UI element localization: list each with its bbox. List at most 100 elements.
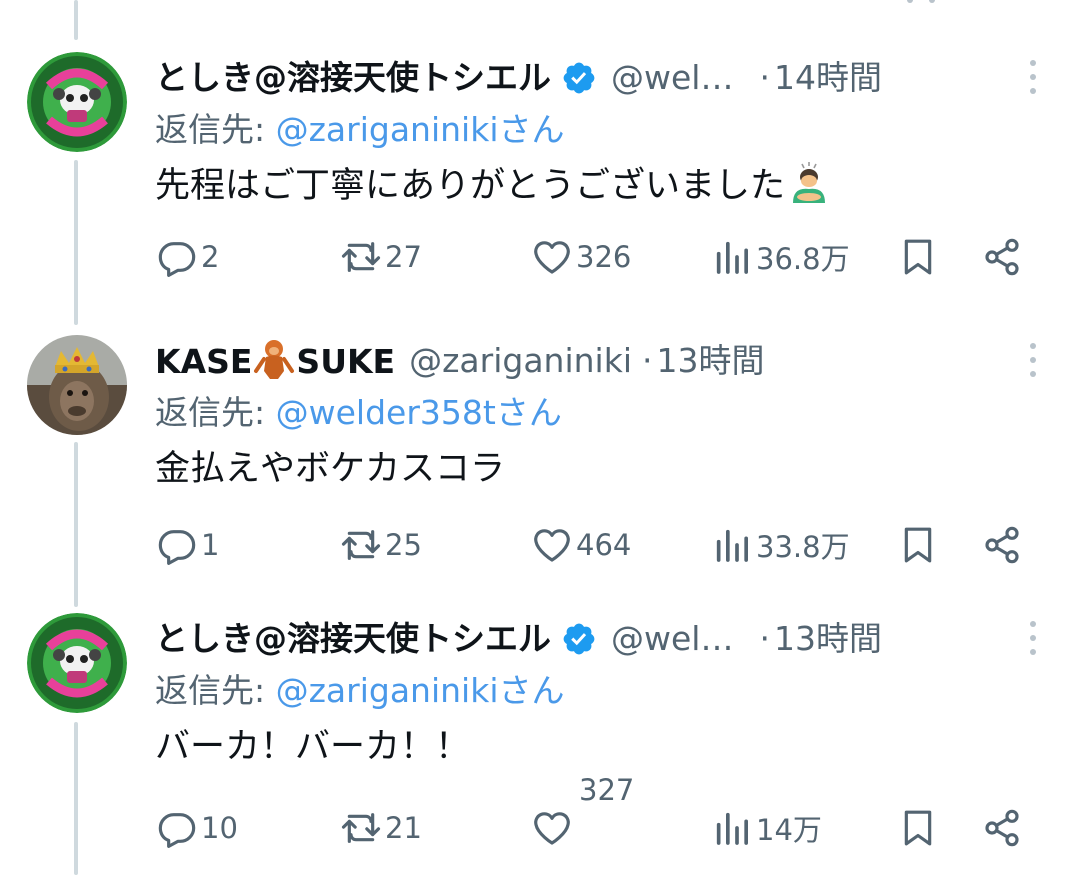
tweet-text: 先程はご丁寧にありがとうございました <box>155 160 831 212</box>
reply-button[interactable]: 10 <box>157 803 238 853</box>
share-button[interactable] <box>982 232 1022 282</box>
views-icon <box>716 529 748 562</box>
retweet-button[interactable]: 27 <box>341 232 422 282</box>
orangutan-emoji-icon <box>254 339 295 379</box>
like-button[interactable]: 464 <box>532 520 631 570</box>
reply-mention-link[interactable]: @zariganinikiさん <box>276 110 565 149</box>
tweet-header: としき@溶接天使トシエル @wel… · 14時間 <box>155 54 1048 102</box>
views-count: 33.8万 <box>756 530 850 564</box>
display-name[interactable]: としき@溶接天使トシエル <box>155 54 551 102</box>
tweet-text-content: 先程はご丁寧にありがとうございました <box>155 166 786 206</box>
monkey-avatar-image <box>27 335 127 435</box>
retweet-icon <box>341 530 381 560</box>
tweet-actions: 10 21 14万 <box>0 803 1078 853</box>
tweet[interactable]: としき@溶接天使トシエル @wel… · 14時間 返信先: @zarigani… <box>0 52 1078 332</box>
bookmark-button[interactable] <box>898 232 938 282</box>
tweet[interactable]: KASE SUKE @zariganiniki · 13時間 返信先: @wel… <box>0 335 1078 615</box>
retweet-count: 27 <box>385 240 422 274</box>
retweet-button[interactable]: 21 <box>341 803 422 853</box>
like-count: 327 <box>579 773 635 807</box>
more-icon[interactable] <box>1028 343 1038 377</box>
display-name-part: KASE <box>155 341 253 381</box>
person-bowing-emoji-icon <box>793 162 826 203</box>
like-icon <box>534 812 570 845</box>
bookmark-icon <box>904 527 932 563</box>
retweet-icon <box>341 813 381 843</box>
like-count: 464 <box>576 528 632 562</box>
reply-context: 返信先: @welder358tさん <box>155 389 562 437</box>
like-button[interactable]: 326 <box>532 232 631 282</box>
share-icon <box>985 809 1019 847</box>
views-button[interactable]: 33.8万 <box>712 520 850 570</box>
user-handle[interactable]: @wel… <box>611 54 733 102</box>
separator: · <box>759 619 770 658</box>
views-count: 14万 <box>756 813 822 847</box>
reply-mention-link[interactable]: @welder358tさん <box>276 393 562 432</box>
reply-button[interactable]: 2 <box>157 232 219 282</box>
views-icon <box>716 241 748 274</box>
tweet-text-content: バーカ！バーカ！！ <box>155 727 471 767</box>
welder-logo-avatar-image <box>27 613 127 713</box>
more-icon[interactable] <box>1028 621 1038 655</box>
views-count: 36.8万 <box>756 242 850 276</box>
user-handle[interactable]: @wel… <box>611 615 733 663</box>
tweet-text: 金払えやボケカスコラ <box>155 443 505 495</box>
reply-count: 2 <box>201 240 220 274</box>
more-icon-partial <box>907 0 935 3</box>
bookmark-button[interactable] <box>898 520 938 570</box>
user-handle[interactable]: @zariganiniki <box>409 337 632 385</box>
views-button[interactable]: 14万 <box>712 803 822 853</box>
bookmark-button[interactable] <box>898 803 938 853</box>
separator: · <box>642 341 653 380</box>
like-icon <box>534 241 570 274</box>
like-button[interactable] <box>532 803 572 853</box>
display-name[interactable]: KASE SUKE <box>155 337 395 386</box>
reply-context: 返信先: @zariganinikiさん <box>155 106 565 154</box>
retweet-count: 25 <box>385 528 422 562</box>
timestamp[interactable]: 13時間 <box>774 615 882 663</box>
retweet-button[interactable]: 25 <box>341 520 422 570</box>
tweet[interactable]: としき@溶接天使トシエル @wel… · 13時間 返信先: @zarigani… <box>0 613 1078 875</box>
like-count: 326 <box>576 240 632 274</box>
bookmark-icon <box>904 810 932 846</box>
views-icon <box>716 812 748 845</box>
timestamp[interactable]: 14時間 <box>774 54 882 102</box>
reply-count: 10 <box>201 811 238 845</box>
thread-line <box>74 0 78 40</box>
reply-prefix: 返信先: <box>155 671 276 710</box>
share-button[interactable] <box>982 803 1022 853</box>
avatar[interactable] <box>27 335 127 435</box>
tweet-header: KASE SUKE @zariganiniki · 13時間 <box>155 337 1048 385</box>
reply-mention-link[interactable]: @zariganinikiさん <box>276 671 565 710</box>
avatar[interactable] <box>27 613 127 713</box>
avatar[interactable] <box>27 52 127 152</box>
more-icon[interactable] <box>1028 60 1038 94</box>
display-name-part: SUKE <box>296 341 396 381</box>
reply-prefix: 返信先: <box>155 393 276 432</box>
share-icon <box>985 238 1019 276</box>
welder-logo-avatar-image <box>27 52 127 152</box>
reply-icon <box>158 813 196 848</box>
verified-badge-icon <box>563 62 595 94</box>
reply-count: 1 <box>201 528 220 562</box>
tweet-actions: 1 25 464 33.8万 <box>0 520 1078 570</box>
bookmark-icon <box>904 239 932 275</box>
views-button[interactable]: 36.8万 <box>712 232 850 282</box>
tweet-text: バーカ！バーカ！！ <box>155 721 470 773</box>
reply-prefix: 返信先: <box>155 110 276 149</box>
reply-context: 返信先: @zariganinikiさん <box>155 667 565 715</box>
tweet-text-content: 金払えやボケカスコラ <box>155 449 506 489</box>
tweet-header: としき@溶接天使トシエル @wel… · 13時間 <box>155 615 1048 663</box>
separator: · <box>759 58 770 97</box>
reply-icon <box>158 242 196 277</box>
timestamp[interactable]: 13時間 <box>657 337 765 385</box>
like-icon <box>534 529 570 562</box>
display-name[interactable]: としき@溶接天使トシエル <box>155 615 551 663</box>
verified-badge-icon <box>563 623 595 655</box>
retweet-count: 21 <box>385 811 422 845</box>
share-button[interactable] <box>982 520 1022 570</box>
reply-icon <box>158 530 196 565</box>
retweet-icon <box>341 242 381 272</box>
share-icon <box>985 526 1019 564</box>
reply-button[interactable]: 1 <box>157 520 219 570</box>
